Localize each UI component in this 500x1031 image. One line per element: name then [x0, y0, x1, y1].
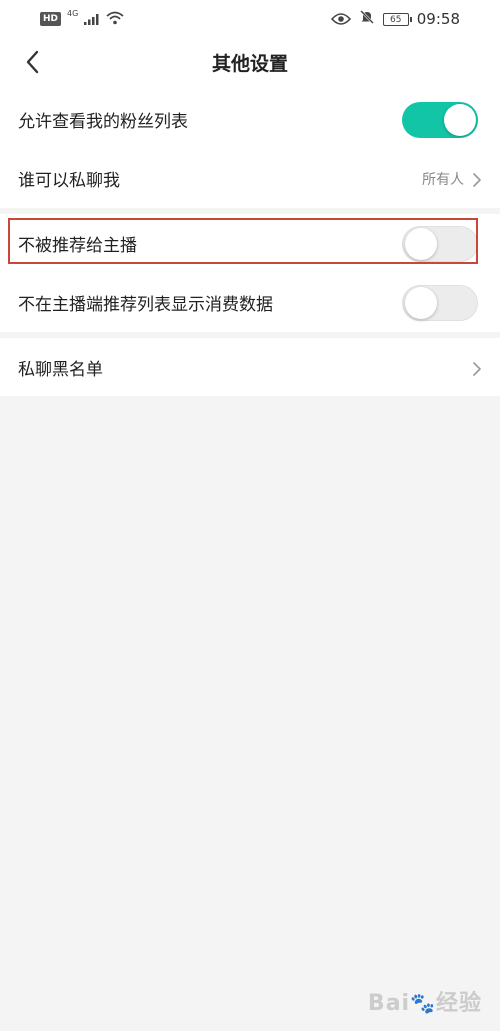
setting-label: 谁可以私聊我: [18, 171, 120, 191]
battery-icon: 65: [382, 12, 412, 26]
setting-label: 不被推荐给主播: [18, 236, 137, 256]
back-button[interactable]: [14, 46, 50, 82]
setting-row-not-recommend: 不被推荐给主播: [0, 214, 500, 273]
setting-row-blacklist[interactable]: 私聊黑名单: [0, 338, 500, 397]
wifi-icon: [106, 10, 124, 29]
signal-icon: [84, 10, 100, 29]
setting-row-fans-list: 允许查看我的粉丝列表: [0, 90, 500, 149]
setting-label: 允许查看我的粉丝列表: [18, 112, 188, 132]
watermark-suffix: 经验: [435, 991, 482, 1016]
setting-row-hide-consumption: 不在主播端推荐列表显示消费数据: [0, 273, 500, 332]
setting-label: 不在主播端推荐列表显示消费数据: [18, 295, 273, 315]
not-recommend-toggle[interactable]: [402, 225, 478, 262]
toggle-knob: [405, 286, 437, 319]
toggle-knob: [405, 227, 437, 260]
network-type: 4G: [67, 8, 79, 18]
watermark-logo: Bai🐾经验: [368, 985, 482, 1017]
setting-value: 所有人: [422, 171, 464, 188]
hide-consumption-toggle[interactable]: [402, 284, 478, 321]
status-left: HD 4G: [40, 8, 124, 30]
setting-label: 私聊黑名单: [18, 360, 103, 380]
nav-bar: 其他设置: [0, 38, 500, 90]
setting-row-private-chat[interactable]: 谁可以私聊我 所有人: [0, 149, 500, 208]
settings-group-blacklist: 私聊黑名单: [0, 338, 500, 396]
hd-badge: HD: [40, 12, 62, 26]
status-right: 65 09:58: [330, 8, 460, 30]
page-title: 其他设置: [211, 53, 288, 75]
clock: 09:58: [416, 10, 460, 28]
toggle-knob: [444, 103, 476, 136]
back-arrow-icon: [25, 50, 39, 78]
fans-list-toggle[interactable]: [402, 101, 478, 138]
bell-muted-icon: [359, 9, 375, 29]
screen: HD 4G 65 09:58 其他设置 允许查看我的粉丝列表 谁可以私聊我 所有…: [0, 0, 500, 1031]
chevron-right-icon: [472, 172, 482, 187]
watermark-text: Bai: [367, 991, 411, 1016]
status-bar: HD 4G 65 09:58: [0, 0, 500, 38]
paw-icon: 🐾: [410, 991, 436, 1015]
chevron-right-icon: [472, 361, 482, 376]
settings-group-privacy: 允许查看我的粉丝列表 谁可以私聊我 所有人: [0, 90, 500, 208]
settings-group-recommend: 不被推荐给主播 不在主播端推荐列表显示消费数据: [0, 214, 500, 332]
eye-icon: [330, 10, 351, 29]
